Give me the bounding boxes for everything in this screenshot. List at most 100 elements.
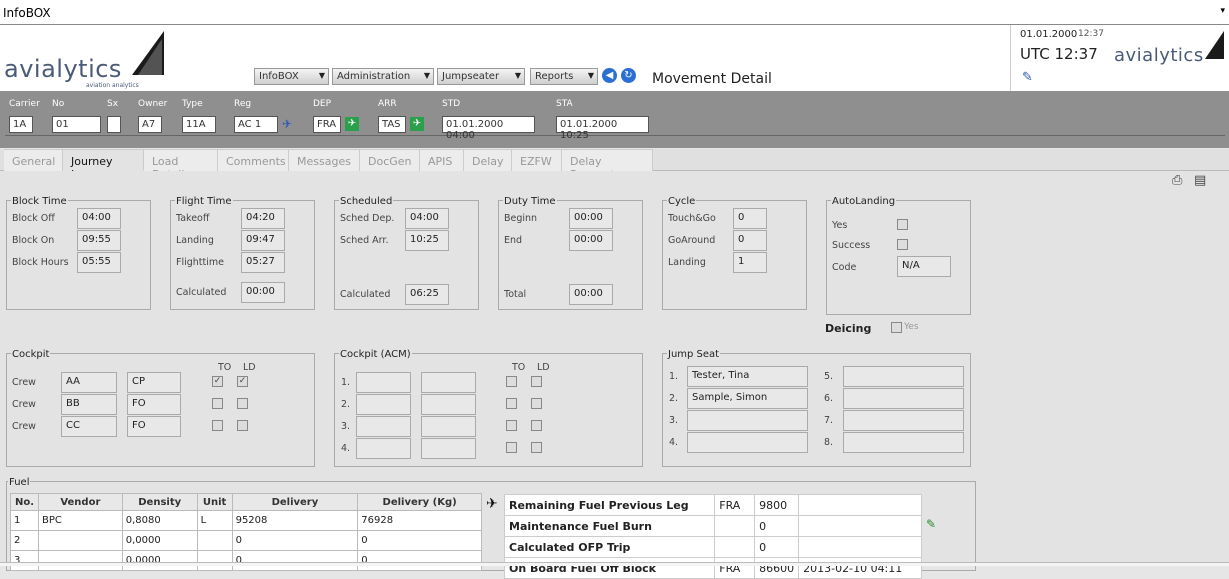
fuel-col-unit: Unit	[196, 493, 233, 511]
tab-ezfw[interactable]: EZFW	[512, 149, 562, 171]
jump-seat-5-num: 5.	[824, 371, 834, 382]
crew-1-ld-checkbox[interactable]: ✓	[237, 376, 248, 387]
arrival-icon[interactable]: ✈	[410, 117, 424, 131]
acm-row-1-code[interactable]	[356, 372, 411, 393]
crew-2-to-checkbox[interactable]	[212, 398, 223, 409]
reg-field[interactable]: AC 1	[234, 116, 278, 133]
app-titlebar: InfoBOX ▾	[0, 0, 1229, 25]
label-carrier: Carrier	[9, 99, 40, 109]
acm-row-2-role[interactable]	[421, 394, 476, 415]
duty-end-value[interactable]: 00:00	[569, 230, 613, 251]
table-row[interactable]: 2 0,0000 0 0	[10, 530, 482, 551]
autolanding-code-value[interactable]: N/A	[897, 256, 951, 277]
dep-field[interactable]: FRA	[313, 116, 341, 133]
jump-seat-7-name[interactable]	[843, 410, 964, 431]
crew-3-to-checkbox[interactable]	[212, 420, 223, 431]
landing-value[interactable]: 09:47	[241, 230, 285, 251]
acm-row-2-to-checkbox[interactable]	[506, 398, 517, 409]
crew-1-role[interactable]: CP	[127, 372, 181, 393]
tab-general[interactable]: General	[4, 149, 63, 171]
jump-seat-title: Jump Seat	[667, 349, 721, 360]
arr-field[interactable]: TAS	[378, 116, 406, 133]
autolanding-yes-checkbox[interactable]	[897, 219, 908, 230]
std-field[interactable]: 01.01.2000 04:00	[442, 116, 535, 141]
flight-calculated-value[interactable]: 00:00	[241, 282, 285, 303]
crew-1-code[interactable]: AA	[61, 372, 117, 393]
jump-seat-3-name[interactable]	[687, 410, 808, 431]
flight-no-field[interactable]: 01	[52, 116, 101, 133]
acm-row-3-code[interactable]	[356, 416, 411, 437]
fuel-col-density: Density	[121, 493, 198, 511]
duty-total-value[interactable]: 00:00	[569, 284, 613, 305]
block-off-value[interactable]: 04:00	[77, 208, 121, 229]
touch-go-value[interactable]: 0	[733, 208, 767, 229]
sta-field[interactable]: 01.01.2000 10:25	[556, 116, 649, 141]
table-row[interactable]: 3 0,0000 0 0	[10, 550, 482, 571]
tab-apis[interactable]: APIS	[420, 149, 464, 171]
crew-3-ld-checkbox[interactable]	[237, 420, 248, 431]
edit-icon[interactable]: ✎	[926, 517, 936, 531]
acm-row-4-to-checkbox[interactable]	[506, 442, 517, 453]
sx-field[interactable]	[107, 116, 121, 133]
tab-comments[interactable]: Comments	[218, 149, 289, 171]
tab-load-detail[interactable]: Load Detail	[144, 149, 218, 181]
stack-icon[interactable]: ▤	[1194, 173, 1206, 188]
sched-calculated-value[interactable]: 06:25	[405, 284, 449, 305]
acm-row-1-role[interactable]	[421, 372, 476, 393]
crew-2-code[interactable]: BB	[61, 394, 117, 415]
jump-seat-4-name[interactable]	[687, 432, 808, 453]
crew-2-role[interactable]: FO	[127, 394, 181, 415]
type-field[interactable]: 11A	[182, 116, 216, 133]
flighttime-value[interactable]: 05:27	[241, 252, 285, 273]
jump-seat-6-name[interactable]	[843, 388, 964, 409]
crew-3-role[interactable]: FO	[127, 416, 181, 437]
nav-reports[interactable]: Reports ▼	[530, 68, 598, 85]
print-icon[interactable]: ⎙	[1172, 173, 1182, 188]
autolanding-success-checkbox[interactable]	[897, 239, 908, 250]
refresh-icon[interactable]: ↻	[621, 68, 636, 83]
jump-seat-1-name[interactable]: Tester, Tina	[687, 366, 808, 387]
nav-administration[interactable]: Administration ▼	[332, 68, 434, 85]
acm-row-3-to-checkbox[interactable]	[506, 420, 517, 431]
crew-3-code[interactable]: CC	[61, 416, 117, 437]
tab-delay-request[interactable]: Delay Request	[562, 149, 653, 181]
horizontal-scrollbar[interactable]	[0, 562, 1229, 566]
tab-docgen[interactable]: DocGen	[360, 149, 420, 171]
carrier-field[interactable]: 1A	[9, 116, 33, 133]
acm-row-4-role[interactable]	[421, 438, 476, 459]
owner-field[interactable]: A7	[138, 116, 162, 133]
aircraft-icon[interactable]: ✈	[282, 117, 292, 131]
sched-dep-value[interactable]: 04:00	[405, 208, 449, 229]
acm-row-1-to-checkbox[interactable]	[506, 376, 517, 387]
nav-infobox[interactable]: InfoBOX ▼	[254, 68, 329, 85]
table-row[interactable]: 1 BPC 0,8080 L 95208 76928	[10, 510, 482, 531]
acm-row-4-code[interactable]	[356, 438, 411, 459]
jump-seat-8-name[interactable]	[843, 432, 964, 453]
acm-row-1-ld-checkbox[interactable]	[531, 376, 542, 387]
acm-row-2-code[interactable]	[356, 394, 411, 415]
jump-seat-5-name[interactable]	[843, 366, 964, 387]
deicing-checkbox[interactable]	[891, 322, 902, 333]
acm-row-3-ld-checkbox[interactable]	[531, 420, 542, 431]
block-on-value[interactable]: 09:55	[77, 230, 121, 251]
duty-begin-value[interactable]: 00:00	[569, 208, 613, 229]
back-icon[interactable]: ◀	[602, 68, 617, 83]
tab-messages[interactable]: Messages	[289, 149, 360, 171]
go-around-value[interactable]: 0	[733, 230, 767, 251]
acm-row-2-ld-checkbox[interactable]	[531, 398, 542, 409]
app-menu-arrow-icon[interactable]: ▾	[1220, 6, 1225, 16]
block-hours-value[interactable]: 05:55	[77, 252, 121, 273]
acm-row-3-role[interactable]	[421, 416, 476, 437]
jump-seat-2-name[interactable]: Sample, Simon	[687, 388, 808, 409]
crew-2-ld-checkbox[interactable]	[237, 398, 248, 409]
tab-journey-log[interactable]: Journey Log	[63, 149, 144, 181]
sched-arr-value[interactable]: 10:25	[405, 230, 449, 251]
crew-1-to-checkbox[interactable]: ✓	[212, 376, 223, 387]
tab-delay[interactable]: Delay	[464, 149, 512, 171]
nav-jumpseater[interactable]: Jumpseater ▼	[437, 68, 525, 85]
departure-icon[interactable]: ✈	[345, 117, 359, 131]
cycle-landing-value[interactable]: 1	[733, 252, 767, 273]
acm-row-4-ld-checkbox[interactable]	[531, 442, 542, 453]
takeoff-value[interactable]: 04:20	[241, 208, 285, 229]
edit-icon[interactable]: ✎	[1022, 70, 1033, 85]
